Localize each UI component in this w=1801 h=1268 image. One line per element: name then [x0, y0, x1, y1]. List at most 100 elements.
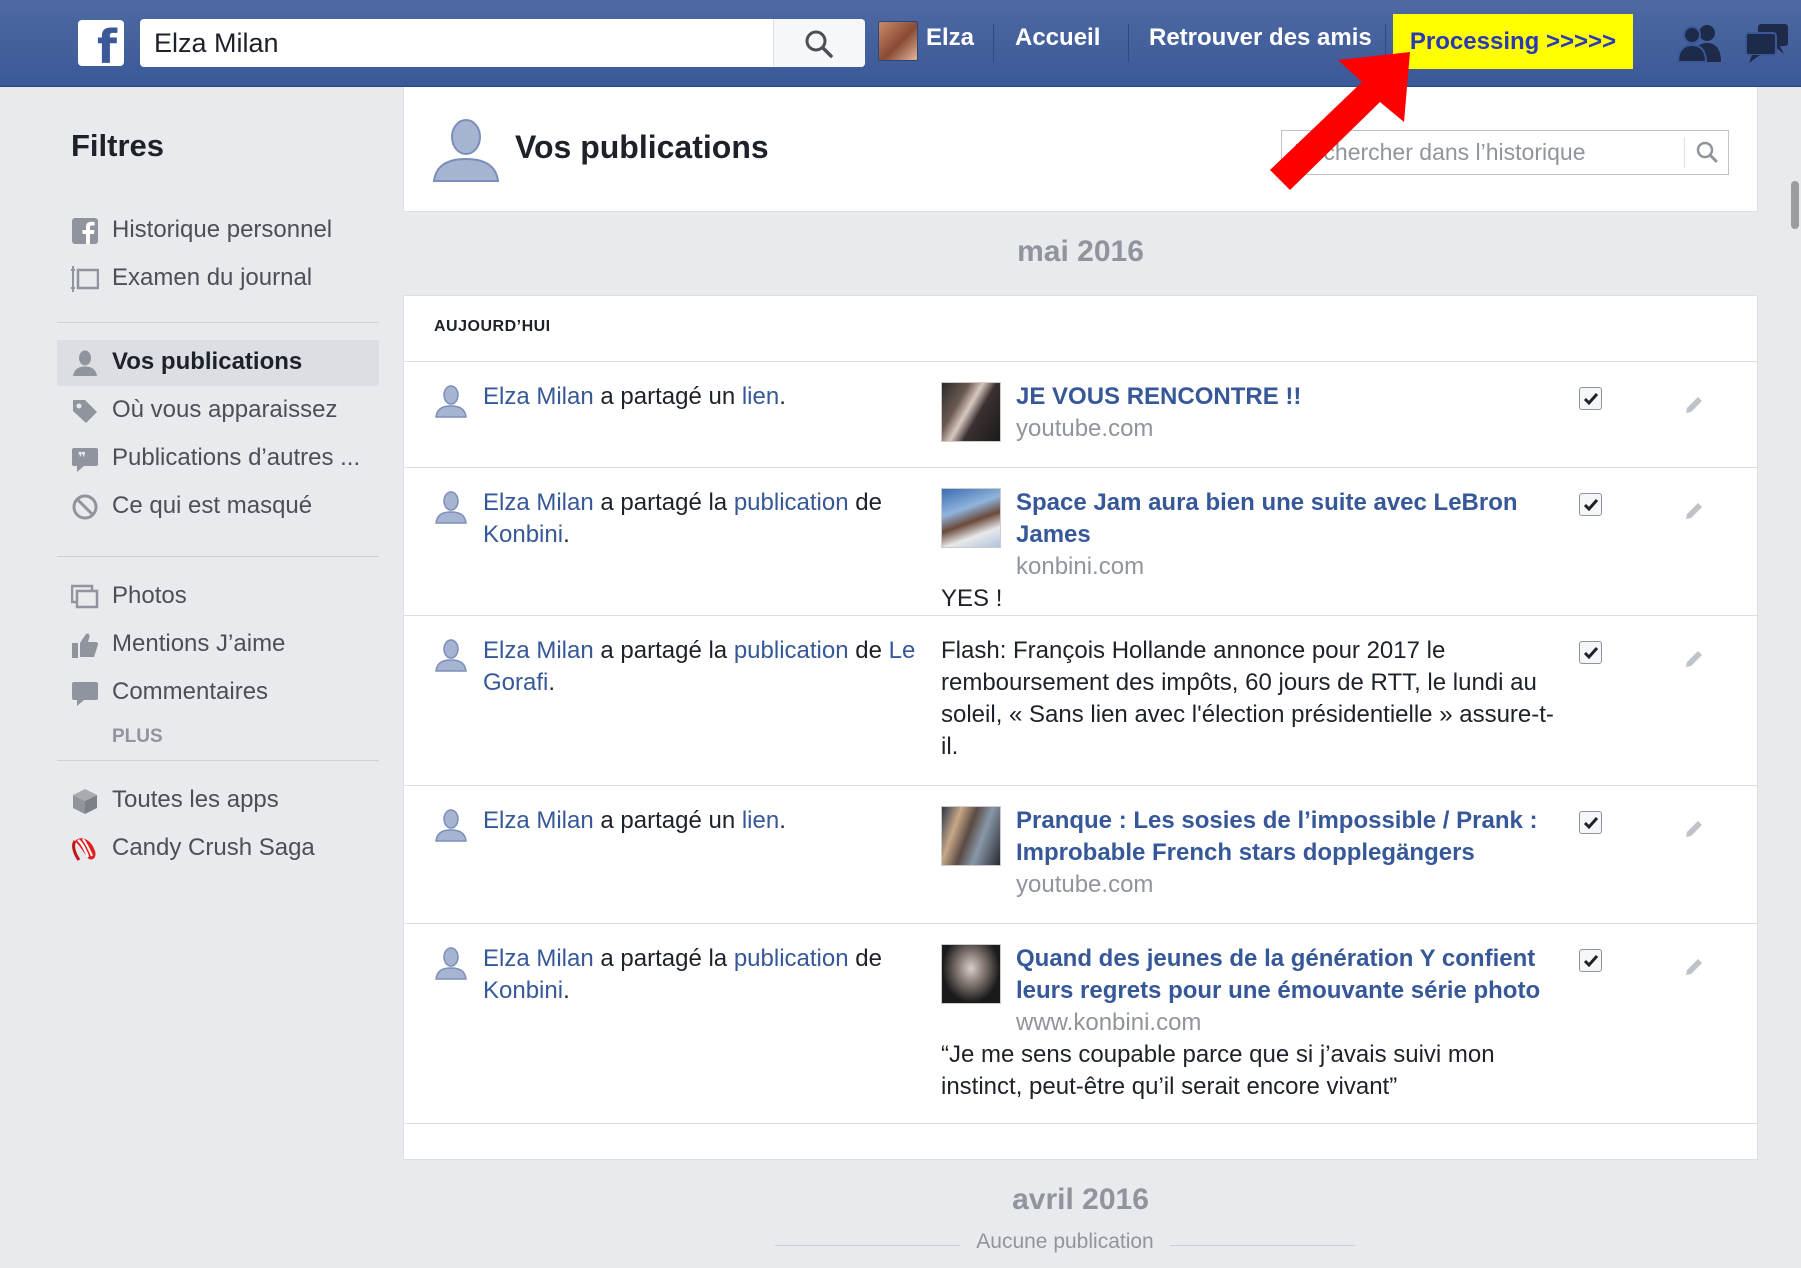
month-heading: avril 2016 — [1012, 1183, 1149, 1216]
link-thumbnail[interactable] — [941, 488, 1001, 548]
activity-description: Elza Milan a partagé la publication de K… — [483, 943, 933, 1007]
edit-pencil-icon[interactable] — [1683, 648, 1705, 670]
row-divider — [404, 1123, 1757, 1159]
page-link[interactable]: Konbini — [483, 521, 563, 548]
activity-row: Elza Milan a partagé la publication de K… — [404, 923, 1757, 1123]
object-link[interactable]: publication — [734, 637, 849, 664]
search-input[interactable] — [140, 19, 773, 67]
link-preview: Pranque : Les sosies de l’impossible / P… — [1016, 805, 1576, 901]
filters-title: Filtres — [71, 128, 165, 163]
section-label-today: AUJOURD’HUI — [434, 318, 551, 335]
activity-end: . — [779, 807, 786, 834]
object-link[interactable]: publication — [734, 489, 849, 516]
activity-description: Elza Milan a partagé un lien. — [483, 381, 933, 413]
activity-verb: a partagé la — [593, 637, 734, 664]
activity-description: Elza Milan a partagé un lien. — [483, 805, 933, 837]
history-search-button[interactable] — [1684, 137, 1728, 168]
facebook-logo-icon[interactable]: f — [78, 20, 124, 66]
nav-home-link[interactable]: Accueil — [1015, 24, 1100, 52]
scrollbar-thumb[interactable] — [1791, 181, 1799, 229]
link-thumbnail[interactable] — [941, 944, 1001, 1004]
activity-of: de — [848, 489, 882, 516]
sidebar-item-journal-review[interactable]: Examen du journal — [57, 256, 379, 302]
link-title[interactable]: Pranque : Les sosies de l’impossible / P… — [1016, 805, 1576, 869]
nav-find-friends-link[interactable]: Retrouver des amis — [1149, 24, 1372, 52]
actor-link[interactable]: Elza Milan — [483, 945, 594, 972]
object-link[interactable]: lien — [742, 807, 779, 834]
post-text: Flash: François Hollande annonce pour 20… — [941, 637, 1554, 760]
sidebar-item-your-posts[interactable]: Vos publications — [57, 340, 379, 386]
actor-link[interactable]: Elza Milan — [483, 383, 594, 410]
sidebar-item-personal-history[interactable]: Historique personnel — [57, 208, 379, 254]
sidebar-item-label: Commentaires — [112, 678, 269, 705]
edit-pencil-icon[interactable] — [1683, 818, 1705, 840]
candy-icon — [72, 838, 96, 861]
activity-row: Elza Milan a partagé la publication de K… — [404, 467, 1757, 615]
page-scrollbar[interactable] — [1785, 87, 1801, 1268]
sidebar-item-hidden[interactable]: Ce qui est masqué — [57, 484, 379, 530]
activity-row: Elza Milan a partagé un lien. JE VOUS RE… — [404, 361, 1757, 467]
visibility-checkbox[interactable] — [1579, 949, 1602, 972]
activity-of: de — [848, 945, 882, 972]
edit-pencil-icon[interactable] — [1683, 500, 1705, 522]
friend-requests-icon[interactable] — [1677, 22, 1723, 64]
link-title[interactable]: JE VOUS RENCONTRE !! — [1016, 381, 1576, 413]
activity-verb: a partagé la — [593, 489, 734, 516]
sidebar-item-others-posts[interactable]: ❞ Publications d’autres ... — [57, 436, 379, 482]
sidebar-item-label: Historique personnel — [112, 216, 333, 243]
person-icon — [435, 639, 467, 672]
link-preview: Quand des jeunes de la génération Y conf… — [1016, 943, 1576, 1039]
sidebar-item-comments[interactable]: Commentaires — [57, 670, 379, 716]
search-icon — [805, 30, 833, 58]
sidebar-item-label: Photos — [112, 582, 187, 609]
object-link[interactable]: publication — [734, 945, 849, 972]
activity-end: . — [779, 383, 786, 410]
link-thumbnail[interactable] — [941, 806, 1001, 866]
divider-line — [1170, 1245, 1355, 1246]
activity-end: . — [548, 669, 556, 696]
post-comment-text: “Je me sens coupable parce que si j’avai… — [941, 1041, 1495, 1100]
sidebar-item-where-you-appear[interactable]: Où vous apparaissez — [57, 388, 379, 434]
actor-link[interactable]: Elza Milan — [483, 637, 594, 664]
sidebar-item-label: Toutes les apps — [112, 786, 279, 813]
edit-pencil-icon[interactable] — [1683, 956, 1705, 978]
tag-icon — [73, 400, 97, 423]
nav-divider — [1128, 24, 1129, 62]
visibility-checkbox[interactable] — [1579, 493, 1602, 516]
checkmark-icon — [1583, 499, 1599, 512]
person-icon — [435, 385, 467, 418]
link-domain: youtube.com — [1016, 871, 1154, 898]
activity-description: Elza Milan a partagé la publication de L… — [483, 635, 933, 699]
profile-avatar[interactable] — [878, 21, 918, 61]
sidebar-item-photos[interactable]: Photos — [57, 574, 379, 620]
actor-link[interactable]: Elza Milan — [483, 489, 594, 516]
sidebar-more-link[interactable]: PLUS — [112, 726, 163, 748]
link-title[interactable]: Quand des jeunes de la génération Y conf… — [1016, 943, 1576, 1007]
person-icon — [435, 947, 467, 980]
activity-of: de — [848, 637, 889, 664]
checkmark-icon — [1583, 817, 1599, 830]
visibility-checkbox[interactable] — [1579, 387, 1602, 410]
nav-profile-link[interactable]: Elza — [926, 24, 974, 52]
object-link[interactable]: lien — [742, 383, 779, 410]
page-link[interactable]: Konbini — [483, 977, 563, 1004]
actor-link[interactable]: Elza Milan — [483, 807, 594, 834]
activity-verb: a partagé la — [593, 945, 734, 972]
link-thumbnail[interactable] — [941, 382, 1001, 442]
search-button[interactable] — [773, 19, 865, 67]
sidebar-item-likes[interactable]: Mentions J’aime — [57, 622, 379, 668]
visibility-checkbox[interactable] — [1579, 811, 1602, 834]
edit-pencil-icon[interactable] — [1683, 394, 1705, 416]
page-title: Vos publications — [515, 129, 769, 165]
facebook-icon — [72, 218, 98, 244]
sidebar-item-all-apps[interactable]: Toutes les apps — [57, 778, 379, 824]
sidebar-item-label: Ce qui est masqué — [112, 492, 313, 519]
messages-icon[interactable] — [1744, 22, 1790, 64]
sidebar-item-candy-crush[interactable]: Candy Crush Saga — [57, 826, 379, 872]
sidebar-item-label: Vos publications — [112, 348, 303, 375]
divider-line — [775, 1245, 960, 1246]
visibility-checkbox[interactable] — [1579, 641, 1602, 664]
sidebar-divider — [57, 556, 379, 557]
link-title[interactable]: Space Jam aura bien une suite avec LeBro… — [1016, 487, 1576, 551]
like-icon — [72, 633, 98, 658]
